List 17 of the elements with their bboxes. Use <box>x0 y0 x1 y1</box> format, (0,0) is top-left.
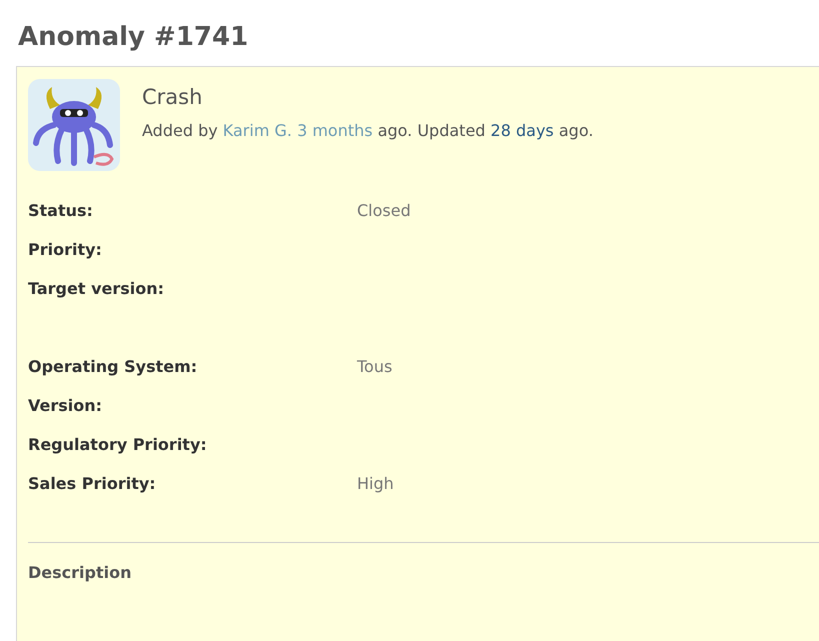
field-label: Version: <box>28 396 104 415</box>
field-value: Closed <box>357 201 411 220</box>
issue-subject: Crash <box>142 85 204 109</box>
field-label: Priority: <box>28 240 103 259</box>
link[interactable]: 3 months <box>297 121 373 140</box>
field-label: Operating System: <box>28 357 198 376</box>
link[interactable]: 28 days <box>490 121 554 140</box>
field-label: Sales Priority: <box>28 474 157 493</box>
field-value: Tous <box>357 357 392 376</box>
section-heading: Description <box>28 563 132 582</box>
field-label: Target version: <box>28 279 166 298</box>
author-line: Added by Karim G. 3 months ago. Updated 28 days ago. <box>142 121 594 140</box>
page-title: Anomaly #1741 <box>17 21 250 54</box>
field-label: Regulatory Priority: <box>28 435 208 454</box>
field-label: Status: <box>28 201 94 220</box>
field-value: High <box>357 474 394 493</box>
link[interactable]: Karim G. <box>222 121 292 140</box>
